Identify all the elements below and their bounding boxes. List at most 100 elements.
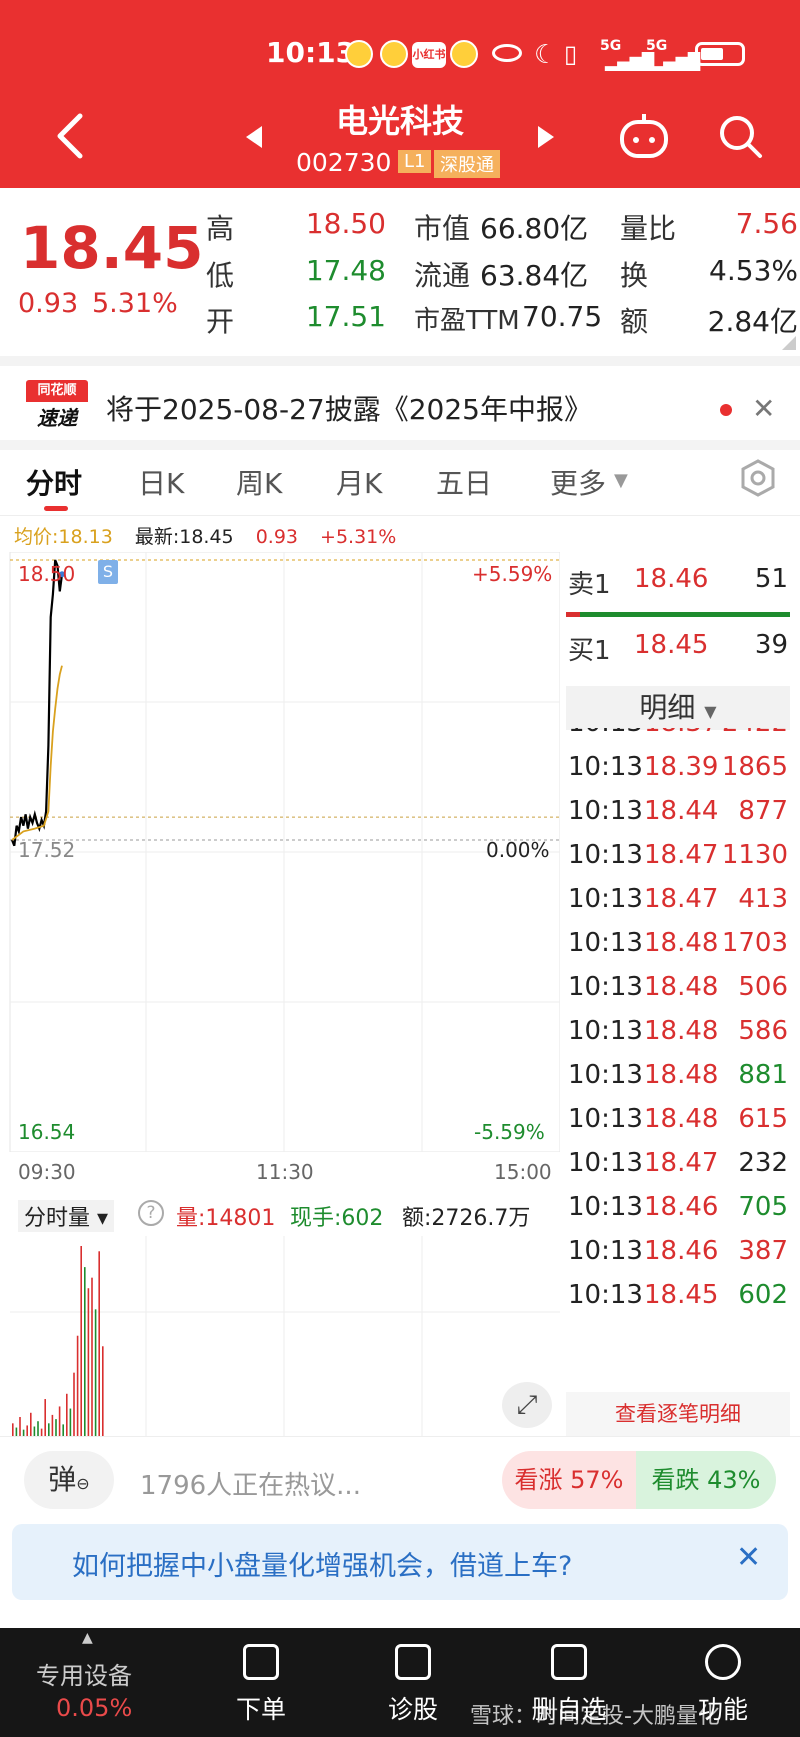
amount-value: 2.84亿 [707, 305, 798, 338]
amount-label: 额 [620, 305, 649, 338]
high-value: 18.50 [305, 207, 386, 240]
stock-code: 002730 [296, 148, 392, 177]
bullish-vote-button[interactable]: 看涨 57% [502, 1451, 636, 1509]
buy1-volume: 39 [754, 630, 788, 660]
turnover-label: 换 [620, 259, 649, 292]
trade-price: 18.37 [644, 728, 718, 738]
tab-daily-k[interactable]: 日K [138, 462, 184, 502]
trade-time: 10:13 [568, 840, 643, 870]
sell1-label: 卖1 [568, 570, 611, 600]
promo-text: 如何把握中小盘量化增强机会，借道上车? [72, 1551, 573, 1582]
trade-price: 18.39 [644, 752, 719, 782]
tab-monthly-k[interactable]: 月K [336, 462, 382, 502]
trade-row: 10:13 18.47 1130 [568, 840, 798, 880]
chart-info-line: 均价:18.13 最新:18.45 0.93 +5.31% [14, 522, 396, 549]
next-stock-icon[interactable] [536, 124, 556, 150]
latest-price-label: 最新:18.45 [134, 526, 234, 548]
trade-price: 18.48 [644, 928, 719, 958]
trade-row: 10:13 18.48 881 [568, 1060, 798, 1100]
volume-bar [33, 1426, 36, 1436]
trade-row: 10:13 18.47 232 [568, 1148, 798, 1188]
turnover-value: 4.53% [709, 254, 798, 287]
trade-price: 18.47 [644, 884, 719, 914]
avg-price-label: 均价:18.13 [14, 526, 113, 548]
trade-row: 10:13 18.45 602 [568, 1280, 798, 1320]
mcap-value: 66.80亿 [480, 212, 589, 245]
trade-volume: 615 [738, 1104, 788, 1134]
volume-bar [15, 1427, 18, 1436]
view-tick-detail-button[interactable]: 查看逐笔明细 [566, 1392, 790, 1436]
open-value: 17.51 [305, 300, 386, 333]
trade-volume: 232 [738, 1148, 788, 1178]
trade-price: 18.48 [644, 1060, 719, 1090]
buy1-price: 18.45 [634, 630, 709, 660]
trade-volume: 1703 [721, 928, 788, 958]
trade-list[interactable]: 10:1318.37242210:1318.39186510:1318.4487… [0, 728, 800, 1388]
trade-time: 10:13 [568, 752, 643, 782]
search-icon[interactable] [716, 112, 766, 162]
volume-bar [55, 1419, 57, 1436]
bearish-vote-button[interactable]: 看跌 43% [636, 1451, 776, 1509]
close-icon[interactable]: ✕ [736, 1540, 761, 1575]
tab-intraday[interactable]: 分时 [26, 462, 82, 502]
danmu-toggle[interactable]: 弹⊖ [24, 1451, 114, 1509]
volume-bar [69, 1408, 72, 1436]
discussion-input[interactable]: 1796人正在热议... [140, 1465, 361, 1502]
battery-icon [695, 42, 745, 66]
trade-row: 10:13 18.48 586 [568, 1016, 798, 1056]
tab-more[interactable]: 更多 [550, 462, 606, 502]
trade-volume: 586 [738, 1016, 788, 1046]
stock-title: 电光科技 [335, 102, 464, 140]
fullscreen-icon[interactable]: ⤢ [502, 1382, 552, 1428]
trade-volume: 506 [738, 972, 788, 1002]
sector-label[interactable]: 专用设备 [36, 1656, 132, 1691]
trade-row: 10:13 18.46 387 [568, 1236, 798, 1276]
float-label: 流通 [414, 259, 471, 292]
trade-time: 10:13 [568, 1060, 643, 1090]
pe-value: 70.75 [522, 300, 603, 333]
detail-tab[interactable]: 明细 ▼ [566, 686, 790, 730]
signal-marker[interactable]: S [98, 560, 118, 584]
trade-time: 10:13 [568, 928, 643, 958]
tab-bar [0, 440, 800, 516]
trade-price: 18.44 [644, 796, 719, 826]
trade-row: 10:1318.37 2422 [568, 728, 798, 748]
chart-change-pct: +5.31% [320, 526, 397, 548]
volume-bar [26, 1425, 28, 1436]
robot-icon[interactable] [616, 108, 672, 164]
trade-price: 18.47 [644, 840, 719, 870]
y-label-top: 18.50 [18, 562, 76, 586]
header-bar: 10:13 小红书 ☾ ▯ 5G ▂▄▆█ 5G ▂▄▆█ 电光科技 00273… [0, 0, 800, 188]
active-tab-indicator [44, 506, 68, 511]
trade-row: 10:13 18.47 413 [568, 884, 798, 924]
tab-five-day[interactable]: 五日 [436, 462, 492, 502]
trade-volume: 387 [738, 1236, 788, 1266]
trade-time: 10:13 [568, 884, 643, 914]
low-value: 17.48 [305, 254, 386, 287]
trade-time: 10:13 [568, 1148, 643, 1178]
promo-banner[interactable]: 如何把握中小盘量化增强机会，借道上车? ✕ [12, 1524, 788, 1600]
volume-bar [44, 1399, 46, 1436]
unread-dot [720, 404, 732, 416]
trade-price: 18.48 [644, 972, 719, 1002]
notice-banner[interactable]: 同花顺 速递 将于2025-08-27披露《2025年中报》 ✕ [0, 356, 800, 440]
chart-change: 0.93 [255, 526, 298, 548]
settings-hexagon-icon[interactable] [738, 458, 778, 498]
trade-row: 10:13 18.48 1703 [568, 928, 798, 968]
trade-price: 18.46 [644, 1236, 719, 1266]
signal-icon: ▂▄▆█ [605, 52, 655, 71]
volume-bar [12, 1423, 14, 1436]
tab-weekly-k[interactable]: 周K [236, 462, 282, 502]
trade-time: 10:13 [568, 1104, 643, 1134]
volume-bar [37, 1421, 39, 1436]
volume-bar [19, 1417, 21, 1436]
close-icon[interactable]: ✕ [752, 392, 775, 425]
collapse-arrow-icon[interactable]: ▲ [82, 1630, 93, 1646]
minus-box-icon [551, 1644, 587, 1680]
float-value: 63.84亿 [480, 259, 589, 292]
expand-corner-icon[interactable] [780, 336, 796, 350]
volume-bar [30, 1412, 32, 1436]
discussion-bar: 弹⊖ 1796人正在热议... 看涨 57% 看跌 43% [0, 1436, 800, 1524]
price-change: 0.93 [18, 288, 79, 319]
trade-volume: 705 [738, 1192, 788, 1222]
